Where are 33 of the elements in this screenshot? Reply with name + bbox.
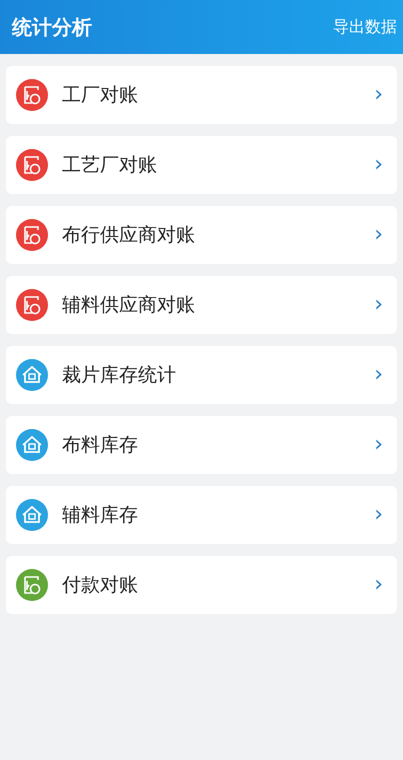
- page-title: 统计分析: [12, 14, 92, 40]
- chevron-icon: ›: [374, 84, 383, 106]
- chevron-icon: ›: [374, 364, 383, 386]
- menu-item-label: 付款对账: [62, 573, 139, 598]
- menu-item[interactable]: 辅料供应商对账 ›: [6, 276, 397, 334]
- menu-item[interactable]: 工艺厂对账 ›: [6, 136, 397, 194]
- ledger-icon: [16, 219, 48, 251]
- warehouse-icon: [16, 359, 48, 391]
- menu-item[interactable]: 辅料库存 ›: [6, 486, 397, 544]
- menu-item-label: 布料库存: [62, 433, 139, 458]
- menu-item-label: 工艺厂对账: [62, 153, 158, 178]
- chevron-icon: ›: [374, 154, 383, 176]
- menu-item-label: 辅料供应商对账: [62, 293, 196, 318]
- menu-item-label: 辅料库存: [62, 503, 139, 528]
- menu-item[interactable]: 裁片库存统计 ›: [6, 346, 397, 404]
- menu-item-label: 布行供应商对账: [62, 223, 196, 248]
- ledger-icon: [16, 79, 48, 111]
- warehouse-icon: [16, 499, 48, 531]
- menu-item-label: 裁片库存统计: [62, 363, 177, 388]
- menu-item[interactable]: 工厂对账 ›: [6, 66, 397, 124]
- menu-item[interactable]: 布料库存 ›: [6, 416, 397, 474]
- menu-item[interactable]: 布行供应商对账 ›: [6, 206, 397, 264]
- menu-item[interactable]: 付款对账 ›: [6, 556, 397, 614]
- chevron-icon: ›: [374, 504, 383, 526]
- ledger-icon: [16, 149, 48, 181]
- ledger-icon: [16, 289, 48, 321]
- chevron-icon: ›: [374, 434, 383, 456]
- menu-item-label: 工厂对账: [62, 83, 139, 108]
- chevron-icon: ›: [374, 294, 383, 316]
- chevron-icon: ›: [374, 224, 383, 246]
- ledger-icon: [16, 569, 48, 601]
- chevron-icon: ›: [374, 574, 383, 596]
- warehouse-icon: [16, 429, 48, 461]
